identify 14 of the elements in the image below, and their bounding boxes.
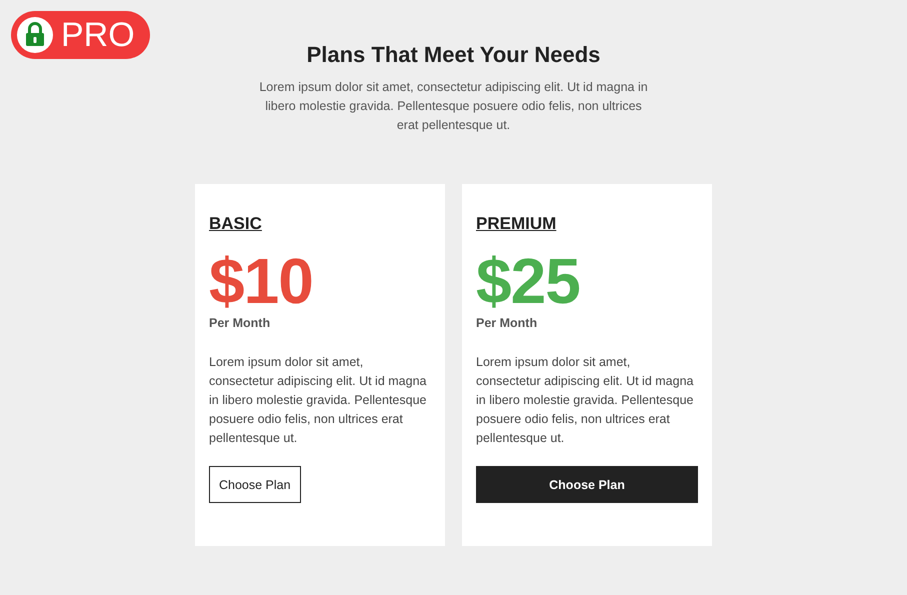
plan-description: Lorem ipsum dolor sit amet, consectetur adipiscing elit. Ut id magna in libero molestie gravida. Pellentesque posuere odio felis, non ultrices erat pellentesque ut. <box>476 354 694 447</box>
lock-icon <box>17 17 53 53</box>
plan-description: Lorem ipsum dolor sit amet, consectetur adipiscing elit. Ut id magna in libero molestie gravida. Pellentesque posuere odio felis, non ultrices erat pellentesque ut. <box>209 354 428 447</box>
price-period: Per Month <box>209 316 272 330</box>
plan-name: BASIC <box>209 214 262 234</box>
plan-name: PREMIUM <box>476 214 556 234</box>
pro-label: PRO <box>61 18 135 52</box>
price-period: Per Month <box>476 316 538 330</box>
plan-price: $10 <box>209 246 314 316</box>
plan-price: $25 <box>476 246 581 316</box>
page-title: Plans That Meet Your Needs <box>306 42 600 68</box>
page-description: Lorem ipsum dolor sit amet, consectetur adipiscing elit. Ut id magna in libero molestie gravida. Pellentesque posuere odio felis, non ultrices erat pellentesque ut. <box>258 79 648 134</box>
choose-plan-button[interactable]: Choose Plan <box>209 466 301 503</box>
choose-plan-button[interactable]: Choose Plan <box>476 466 698 503</box>
